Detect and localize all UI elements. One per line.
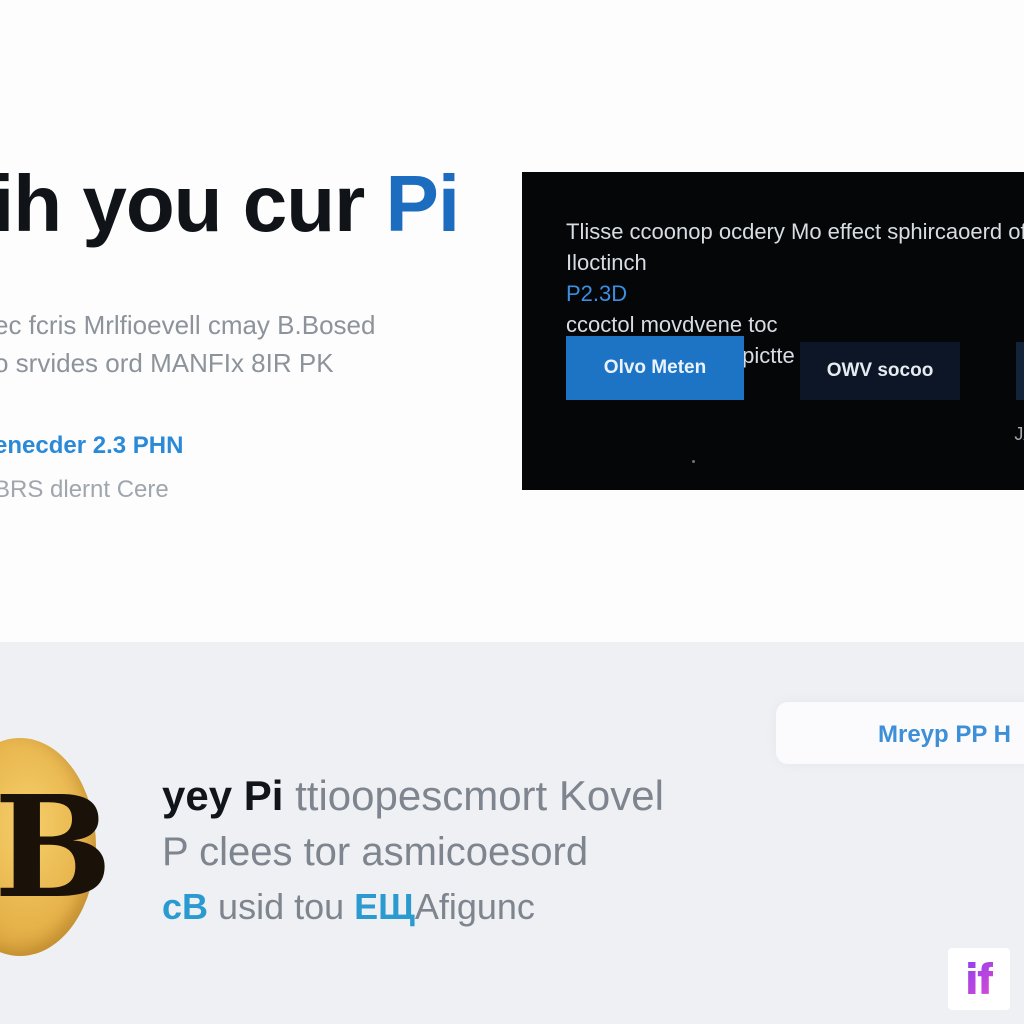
primary-action-button[interactable]: Olvo Meten (566, 336, 744, 400)
feature-pill-label: Mreyp PP H (878, 721, 1011, 748)
promo-panel: Tlisse ccoonop ocdery Mo effect sphircao… (522, 172, 1024, 490)
bitcoin-coin-icon: B (0, 738, 112, 956)
coin-glyph: B (0, 766, 113, 930)
third-action-button[interactable] (1016, 342, 1024, 400)
hero-description-line-1: ec fcris Mrlfioevell cmay B.Bosed (0, 310, 376, 340)
feature-tag-chip: cB (162, 886, 209, 927)
feature-subtitle: P clees tor asmicoesord (162, 830, 589, 874)
hero-title: ih you cur Pi (0, 158, 461, 250)
promo-panel-line-2-pre: Iloctinch (566, 250, 647, 275)
corner-logo-badge: if (948, 948, 1010, 1010)
feature-section: Mreyp PP H B yey Pi ttioopescmort Kovel … (0, 642, 1024, 1024)
feature-pill-button[interactable]: Mreyp PP H (776, 702, 1024, 764)
feature-title-strong: yey Pi (162, 772, 284, 819)
feature-title: yey Pi ttioopescmort Kovel (162, 772, 664, 820)
promo-panel-footnote: JAV (1014, 424, 1024, 444)
corner-logo-label: if (964, 954, 996, 1004)
page: ih you cur Pi ec fcris Mrlfioevell cmay … (0, 0, 1024, 1024)
hero-title-accent: Pi (385, 159, 461, 248)
hero-title-main: ih you cur (0, 159, 365, 248)
promo-panel-line-2-highlight: P2.3D (566, 281, 628, 306)
feature-title-rest: ttioopescmort Kovel (295, 772, 664, 819)
hero-description-line-2: o srvides ord MANFIx 8IR PK (0, 348, 334, 378)
feature-tag-rest: Afigunc (414, 886, 535, 927)
feature-tagline: cB usid tou ЕЩAfigunc (162, 886, 535, 928)
feature-tag-chip-2: ЕЩ (354, 886, 415, 927)
feature-tag-text: usid tou (218, 886, 345, 927)
promo-panel-line-2: Iloctinch P2.3D ccoctol movdvene toc (566, 247, 1024, 340)
secondary-action-button[interactable]: OWV socoo (800, 342, 960, 400)
promo-panel-dot (692, 460, 695, 463)
hero-description: ec fcris Mrlfioevell cmay B.Bosed o srvi… (0, 306, 375, 382)
hero-link[interactable]: enecder 2.3 PHN (0, 432, 183, 460)
hero-meta: BRS dlernt Cere (0, 476, 169, 503)
promo-panel-line-1: Tlisse ccoonop ocdery Mo effect sphircao… (566, 219, 1024, 244)
